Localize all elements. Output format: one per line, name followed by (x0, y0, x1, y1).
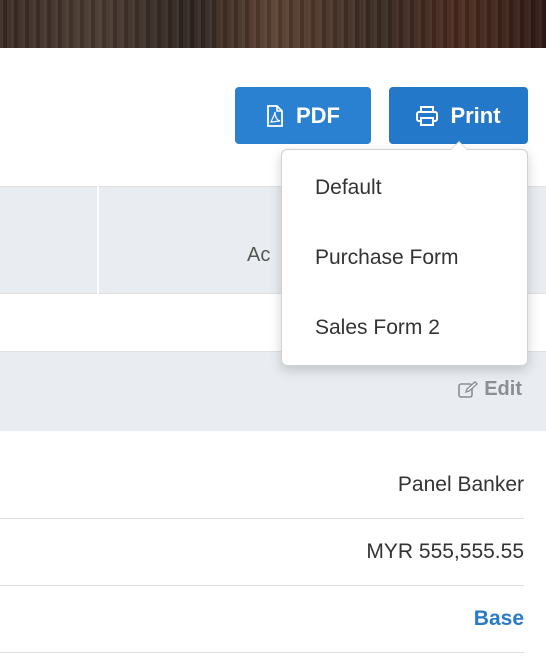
detail-row: Base (0, 586, 524, 653)
detail-value-panel: Panel Banker (397, 473, 524, 496)
dropdown-caret (450, 141, 468, 150)
pdf-button-label: PDF (296, 102, 340, 128)
edit-button-label: Edit (484, 378, 522, 400)
header-banner-image (0, 0, 546, 48)
detail-value-amount: MYR 555,555.55 (366, 540, 524, 563)
print-menu-item-sales-form-2[interactable]: Sales Form 2 (282, 298, 527, 358)
print-dropdown-menu: Default Purchase Form Sales Form 2 (281, 141, 528, 366)
print-menu-item-label: Default (315, 176, 382, 199)
detail-row: Panel Banker (0, 452, 524, 519)
pdf-file-icon (266, 104, 284, 127)
edit-button[interactable]: Edit (458, 378, 522, 401)
edit-pencil-icon (458, 380, 479, 399)
printer-icon (416, 105, 439, 126)
print-button[interactable]: Print (389, 87, 528, 144)
table-column-header-actions: Ac (247, 244, 271, 266)
detail-link-base[interactable]: Base (474, 607, 524, 631)
print-button-label: Print (450, 102, 501, 128)
pdf-button[interactable]: PDF (235, 87, 371, 144)
print-menu-item-purchase-form[interactable]: Purchase Form (282, 228, 527, 288)
table-column-divider (97, 186, 99, 294)
print-menu-item-label: Purchase Form (315, 246, 459, 269)
detail-row: MYR 555,555.55 (0, 519, 524, 586)
print-menu-item-label: Sales Form 2 (315, 316, 440, 339)
print-menu-item-default[interactable]: Default (282, 158, 527, 218)
